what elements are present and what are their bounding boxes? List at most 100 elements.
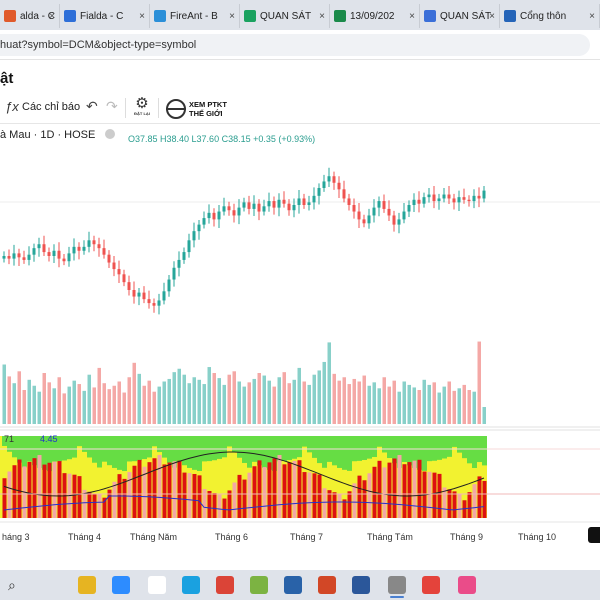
edge-icon[interactable] bbox=[182, 576, 200, 594]
volume-bar bbox=[427, 384, 431, 424]
chrome-icon[interactable] bbox=[216, 576, 234, 594]
browser-tab[interactable]: QUAN SÁT × bbox=[420, 4, 500, 28]
browser-tab[interactable]: 13/09/202 × bbox=[330, 4, 420, 28]
volume-bar bbox=[72, 380, 76, 424]
volume-bar bbox=[97, 367, 101, 424]
indicators-button[interactable]: Các chỉ báo bbox=[22, 101, 80, 113]
indicator-red-bar bbox=[397, 455, 402, 518]
zoom-icon[interactable] bbox=[112, 576, 130, 594]
candle-body bbox=[472, 195, 476, 202]
volume-bar bbox=[152, 391, 156, 424]
indicator-red-bar bbox=[47, 462, 52, 518]
coccoc-icon[interactable] bbox=[250, 576, 268, 594]
close-tab-icon[interactable]: × bbox=[229, 11, 235, 22]
warning-app-icon[interactable] bbox=[422, 576, 440, 594]
indicator-red-bar bbox=[217, 494, 222, 518]
indicator-green-bar bbox=[107, 436, 112, 466]
indicator-red-bar bbox=[282, 464, 287, 518]
close-tab-icon[interactable]: × bbox=[49, 11, 55, 22]
browser-tab[interactable]: Fialda - C × bbox=[60, 4, 150, 28]
volume-bar bbox=[82, 390, 86, 424]
candle-body bbox=[357, 211, 361, 220]
indicator-green-bar bbox=[432, 436, 437, 461]
notification-app-icon[interactable] bbox=[458, 576, 476, 594]
close-tab-icon[interactable]: × bbox=[319, 11, 325, 22]
indicator-red-bar bbox=[452, 491, 457, 518]
reset-button[interactable]: ⚙ ĐẶT LẠI bbox=[131, 96, 153, 122]
indicator-red-bar bbox=[467, 492, 472, 518]
indicator-green-bar bbox=[237, 436, 242, 458]
candle-body bbox=[142, 292, 146, 300]
app-icon[interactable] bbox=[148, 576, 166, 594]
function-icon[interactable]: ƒx bbox=[5, 99, 19, 114]
volume-bar bbox=[2, 364, 6, 424]
browser-tab[interactable]: FireAnt - B × bbox=[150, 4, 240, 28]
indicator-green-bar bbox=[157, 436, 162, 453]
candle-body bbox=[307, 202, 311, 205]
candle-body bbox=[187, 240, 191, 253]
candle-body bbox=[382, 201, 386, 209]
ptkt-world-button[interactable]: XEM PTKT THẾ GIỚI bbox=[166, 96, 227, 122]
close-tab-icon[interactable]: × bbox=[409, 11, 415, 22]
volume-bar bbox=[182, 374, 186, 424]
volume-bar bbox=[302, 381, 306, 424]
search-icon[interactable]: ⌕ bbox=[8, 577, 16, 594]
indicator-green-bar bbox=[447, 436, 452, 457]
candle-body bbox=[427, 194, 431, 198]
candle-body bbox=[327, 176, 331, 182]
tab-label: FireAnt - B bbox=[170, 10, 218, 22]
indicator-green-bar bbox=[312, 436, 317, 458]
fialda-icon bbox=[64, 10, 76, 22]
close-tab-icon[interactable]: × bbox=[139, 11, 145, 22]
candle-body bbox=[317, 188, 321, 196]
price-chart[interactable]: 71 4.45 háng 3 Tháng 4 Tháng Năm Tháng 6 Tháng… bbox=[0, 124, 600, 544]
chrome-profile-icon[interactable] bbox=[388, 576, 406, 598]
redo-icon[interactable]: ↷ bbox=[106, 98, 118, 115]
candle-body bbox=[302, 198, 306, 205]
browser-tab[interactable]: QUAN SÁT × bbox=[240, 4, 330, 28]
volume-bar bbox=[472, 391, 476, 424]
volume-bar bbox=[67, 386, 71, 424]
candle-body bbox=[207, 212, 211, 219]
volume-bar bbox=[377, 388, 381, 424]
address-bar[interactable]: huat?symbol=DCM&object-type=symbol bbox=[0, 30, 600, 60]
browser-tab[interactable]: Cổng thôn × bbox=[500, 4, 600, 28]
indicator-red-bar bbox=[272, 458, 277, 518]
close-tab-icon[interactable]: × bbox=[589, 11, 595, 22]
indicator-green-bar bbox=[357, 436, 362, 461]
indicator-red-bar bbox=[202, 489, 207, 518]
sticky-icon[interactable] bbox=[284, 576, 302, 594]
browser-tab[interactable]: alda - C × bbox=[0, 4, 60, 28]
candle-body bbox=[397, 219, 401, 225]
indicator-red-bar bbox=[87, 491, 92, 518]
close-tab-icon[interactable]: × bbox=[489, 11, 495, 22]
word-icon[interactable] bbox=[352, 576, 370, 594]
scroll-corner[interactable] bbox=[588, 527, 600, 543]
candle-body bbox=[412, 199, 416, 205]
indicator-red-bar bbox=[157, 455, 162, 518]
candle-body bbox=[77, 246, 81, 251]
volume-bar bbox=[292, 379, 296, 424]
indicator-red-bar bbox=[192, 474, 197, 518]
volume-bar bbox=[47, 382, 51, 424]
undo-icon[interactable]: ↶ bbox=[86, 98, 98, 115]
fialda-icon bbox=[4, 10, 16, 22]
candle-body bbox=[372, 207, 376, 216]
indicator-green-bar bbox=[332, 436, 337, 466]
indicator-value: 4.45 bbox=[40, 434, 58, 444]
indicator-red-bar bbox=[367, 473, 372, 518]
url-text[interactable]: huat?symbol=DCM&object-type=symbol bbox=[0, 34, 590, 56]
candle-body bbox=[377, 201, 381, 208]
powerpoint-icon[interactable] bbox=[318, 576, 336, 594]
volume-bar bbox=[197, 379, 201, 424]
file-explorer-icon[interactable] bbox=[78, 576, 96, 594]
candle-body bbox=[422, 197, 426, 204]
indicator-red-bar bbox=[187, 473, 192, 518]
volume-bar bbox=[412, 387, 416, 424]
candle-body bbox=[107, 254, 111, 263]
candle-body bbox=[122, 274, 126, 283]
x-tick-label: Tháng 4 bbox=[68, 532, 101, 542]
candle-body bbox=[482, 190, 486, 199]
candle-body bbox=[157, 300, 161, 306]
volume-bar bbox=[247, 382, 251, 424]
